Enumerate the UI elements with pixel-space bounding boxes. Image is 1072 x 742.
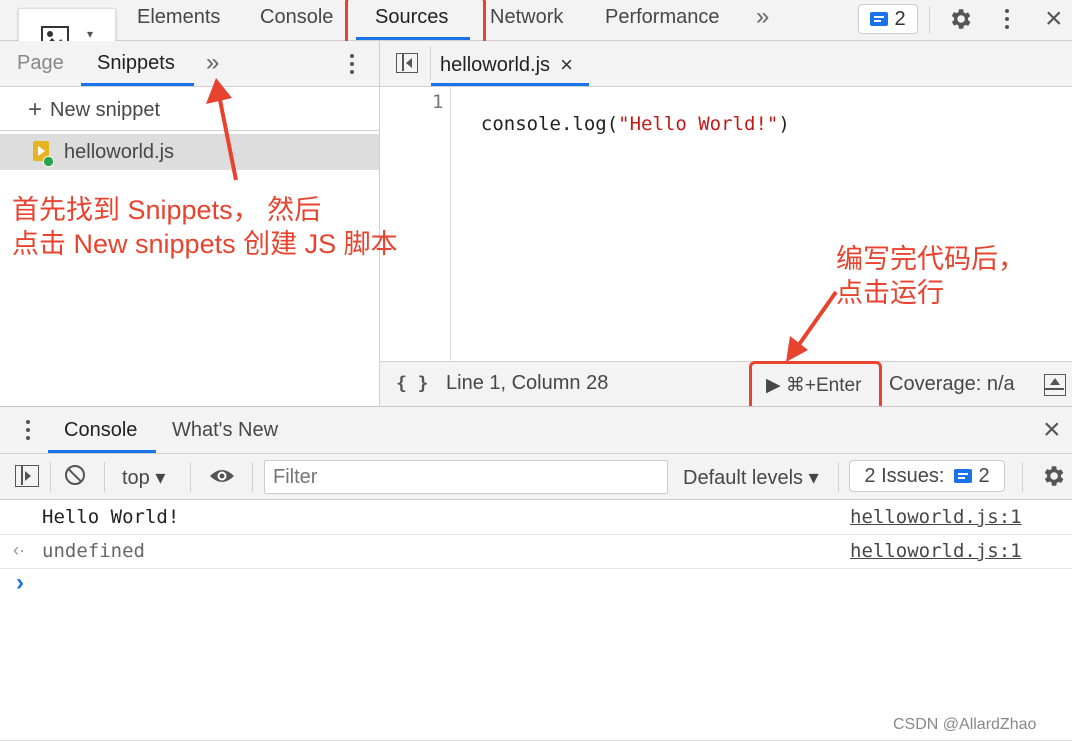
code-string: "Hello World!" xyxy=(618,113,779,135)
pretty-print-button[interactable]: { } xyxy=(396,373,429,394)
issues-count: 2 xyxy=(894,7,906,30)
console-filter-input[interactable] xyxy=(264,460,668,494)
console-settings-gear-icon[interactable] xyxy=(1040,463,1066,489)
js-file-icon xyxy=(33,141,54,167)
log-levels-dropdown[interactable]: Default levels ▾ xyxy=(683,465,819,490)
editor-tab-label: helloworld.js xyxy=(440,53,551,76)
message-icon xyxy=(954,469,973,483)
nav-more-icon[interactable] xyxy=(349,54,355,76)
nav-tab-page[interactable]: Page xyxy=(17,52,64,75)
plus-icon: + xyxy=(28,96,43,123)
message-icon xyxy=(870,12,889,26)
more-options-icon[interactable] xyxy=(1004,7,1010,33)
drawer-tabbar xyxy=(0,407,1072,453)
cursor-position: Line 1, Column 28 xyxy=(446,372,609,394)
annotation-left-line1: 首先找到 Snippets， 然后 xyxy=(12,195,322,225)
new-snippet-button[interactable]: + New snippet xyxy=(28,96,160,124)
clear-console-icon[interactable] xyxy=(65,465,85,485)
prompt-chevron-icon: › xyxy=(16,569,24,596)
close-drawer-icon[interactable]: × xyxy=(1043,413,1061,447)
settings-gear-icon[interactable] xyxy=(947,6,973,32)
return-value-icon: ‹· xyxy=(13,540,25,560)
more-tabs-icon[interactable]: » xyxy=(756,3,769,31)
snippet-list-item[interactable]: helloworld.js xyxy=(0,134,379,170)
annotation-right-line1: 编写完代码后， xyxy=(836,244,1025,274)
tab-console[interactable]: Console xyxy=(260,6,333,29)
close-devtools-icon[interactable]: × xyxy=(1045,2,1063,36)
coverage-status: Coverage: n/a xyxy=(889,373,1015,395)
drawer-tab-console[interactable]: Console xyxy=(64,419,137,442)
line-number: 1 xyxy=(432,91,444,113)
watermark: CSDN @AllardZhao xyxy=(893,716,1037,733)
console-issues-button[interactable]: 2 Issues: 2 xyxy=(849,460,1005,492)
tab-elements[interactable]: Elements xyxy=(137,6,220,29)
code-end: ) xyxy=(778,113,790,135)
show-sidebar-icon[interactable] xyxy=(15,465,39,487)
close-tab-icon[interactable]: × xyxy=(560,52,573,78)
console-message-text: Hello World! xyxy=(42,506,180,528)
chevron-down-icon: ▾ xyxy=(87,27,94,41)
console-message-text: undefined xyxy=(42,540,145,562)
arrow-to-run xyxy=(786,290,838,362)
console-message: Hello World! helloworld.js:1 xyxy=(0,500,1072,534)
toggle-navigator-icon[interactable] xyxy=(396,53,418,73)
editor-tab-helloworld[interactable]: helloworld.js × xyxy=(440,52,573,78)
snippet-file-name: helloworld.js xyxy=(64,141,175,163)
tab-network[interactable]: Network xyxy=(490,6,563,29)
annotation-left-line2: 点击 New snippets 创建 JS 脚本 xyxy=(12,229,398,259)
console-issues-count: 2 xyxy=(978,464,990,487)
console-source-link[interactable]: helloworld.js:1 xyxy=(850,540,1022,562)
annotation-right: 编写完代码后， 点击运行 xyxy=(836,242,1025,310)
nav-overflow-icon[interactable]: » xyxy=(206,49,219,77)
annotation-left: 首先找到 Snippets， 然后 点击 New snippets 创建 JS … xyxy=(12,193,398,261)
toggle-drawer-icon[interactable] xyxy=(1044,374,1066,396)
issues-label: 2 Issues: xyxy=(864,464,945,487)
console-source-link[interactable]: helloworld.js:1 xyxy=(850,506,1022,528)
console-message: ‹· undefined helloworld.js:1 xyxy=(0,535,1072,568)
code-line[interactable]: console.log("Hello World!") xyxy=(458,91,790,135)
tab-performance[interactable]: Performance xyxy=(605,6,720,29)
code-call: console.log( xyxy=(480,113,619,135)
new-snippet-label: New snippet xyxy=(50,98,161,121)
console-prompt[interactable]: › xyxy=(0,569,1072,729)
annotation-right-line2: 点击运行 xyxy=(836,278,944,308)
drawer-tab-whats-new[interactable]: What's New xyxy=(172,419,278,442)
eye-icon[interactable] xyxy=(208,466,236,486)
context-selector[interactable]: top ▾ xyxy=(122,465,165,490)
drawer-more-icon[interactable] xyxy=(25,420,31,442)
nav-tab-snippets[interactable]: Snippets xyxy=(97,52,175,75)
issues-badge[interactable]: 2 xyxy=(858,4,918,34)
